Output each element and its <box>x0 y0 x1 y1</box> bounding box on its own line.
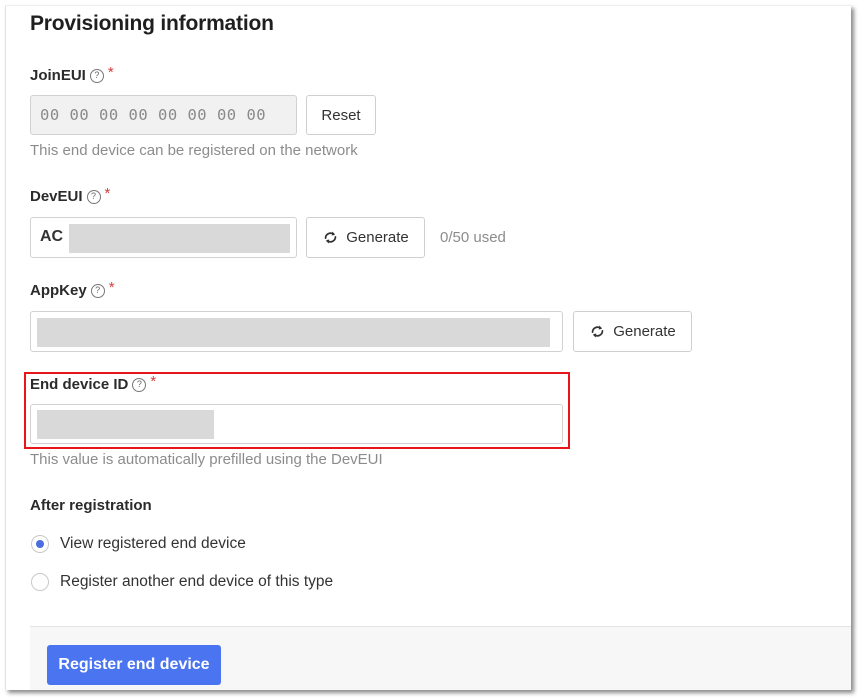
register-end-device-button[interactable]: Register end device <box>47 645 221 685</box>
help-icon[interactable]: ? <box>86 189 101 204</box>
refresh-icon <box>324 231 337 244</box>
join-eui-value: 00 00 00 00 00 00 00 00 <box>40 106 267 124</box>
generate-button-label: Generate <box>613 323 676 340</box>
dev-eui-label: DevEUI ? * <box>30 185 111 205</box>
app-key-input[interactable] <box>30 311 563 352</box>
required-asterisk: * <box>107 64 114 81</box>
help-icon[interactable]: ? <box>89 68 104 83</box>
generate-button-label: Generate <box>346 229 409 246</box>
dev-eui-redacted-value <box>69 224 290 253</box>
radio-option-register-another[interactable]: Register another end device of this type <box>31 573 333 591</box>
section-title: Provisioning information <box>30 12 274 35</box>
join-eui-label-text: JoinEUI <box>30 67 86 84</box>
refresh-icon <box>591 325 604 338</box>
join-eui-label: JoinEUI ? * <box>30 64 114 84</box>
dev-eui-generate-button[interactable]: Generate <box>306 217 425 258</box>
radio-option-view-registered[interactable]: View registered end device <box>31 535 246 553</box>
after-registration-label-text: After registration <box>30 497 152 514</box>
reset-button-label: Reset <box>321 106 361 124</box>
after-registration-label: After registration <box>30 497 152 514</box>
dev-eui-input[interactable]: AC <box>30 217 297 258</box>
radio-option-label: View registered end device <box>60 535 246 552</box>
required-asterisk: * <box>104 185 111 202</box>
annotation-highlight-box <box>24 372 570 449</box>
join-eui-hint: This end device can be registered on the… <box>30 142 358 159</box>
app-key-label: AppKey ? * <box>30 279 115 299</box>
dev-eui-usage: 0/50 used <box>440 229 506 246</box>
dev-eui-label-text: DevEUI <box>30 188 83 205</box>
provisioning-panel: Provisioning information JoinEUI ? * 00 … <box>5 5 851 690</box>
app-key-generate-button[interactable]: Generate <box>573 311 692 352</box>
dev-eui-prefix: AC <box>40 228 64 245</box>
radio-selected-dot <box>36 540 44 548</box>
join-eui-input[interactable]: 00 00 00 00 00 00 00 00 <box>30 95 297 135</box>
reset-button[interactable]: Reset <box>306 95 376 135</box>
app-key-label-text: AppKey <box>30 282 87 299</box>
radio-button-selected[interactable] <box>31 535 49 553</box>
required-asterisk: * <box>108 279 115 296</box>
end-device-id-hint: This value is automatically prefilled us… <box>30 451 383 468</box>
register-button-label: Register end device <box>58 656 210 673</box>
app-key-redacted-value <box>37 318 550 347</box>
help-icon[interactable]: ? <box>90 283 105 298</box>
radio-option-label: Register another end device of this type <box>60 573 334 590</box>
radio-button[interactable] <box>31 573 49 591</box>
